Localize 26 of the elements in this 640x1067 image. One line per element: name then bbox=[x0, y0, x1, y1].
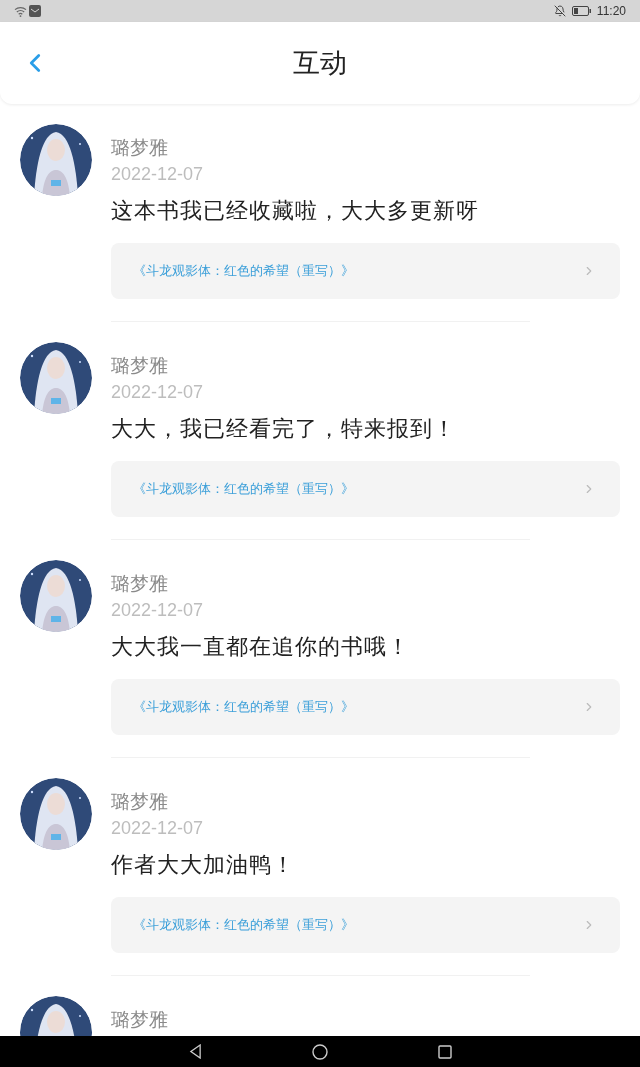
comment-text: 大大我一直都在追你的书哦！ bbox=[111, 633, 411, 661]
author-name: 璐梦雅 bbox=[111, 572, 169, 596]
battery-icon bbox=[571, 6, 591, 16]
comment-date: 2022-12-07 bbox=[111, 381, 205, 404]
comment-text: 这本书我已经收藏啦，大大多更新呀 bbox=[111, 197, 480, 225]
book-link[interactable]: 《斗龙观影体：红色的希望（重写）》 bbox=[111, 461, 620, 517]
author-name: 璐梦雅 bbox=[111, 1008, 168, 1032]
comment-text: 作者大大加油鸭！ bbox=[111, 851, 296, 879]
recents-square-icon[interactable] bbox=[437, 1044, 452, 1059]
author-name: 璐梦雅 bbox=[111, 136, 169, 160]
book-link[interactable]: 《斗龙观影体：红色的希望（重写）》 bbox=[111, 243, 620, 299]
comment-text: 大大，我已经看完了，特来报到！ bbox=[111, 415, 457, 443]
mail-icon bbox=[29, 5, 41, 17]
status-time: 11:20 bbox=[596, 3, 626, 20]
page-title: 互动 bbox=[293, 46, 347, 80]
author-name: 璐梦雅 bbox=[111, 354, 169, 378]
book-link[interactable]: 《斗龙观影体：红色的希望（重写）》 bbox=[111, 679, 620, 735]
home-circle-icon[interactable] bbox=[311, 1043, 328, 1060]
comment-date: 2022-12-07 bbox=[111, 163, 205, 186]
comment-date: 2022-12-07 bbox=[111, 817, 205, 840]
comment-date: 2022-12-07 bbox=[111, 599, 205, 622]
author-name: 璐梦雅 bbox=[111, 790, 169, 814]
back-triangle-icon[interactable] bbox=[188, 1044, 202, 1059]
wifi-icon bbox=[14, 5, 27, 17]
bell-off-icon bbox=[553, 5, 566, 17]
book-link[interactable]: 《斗龙观影体：红色的希望（重写）》 bbox=[111, 897, 620, 953]
